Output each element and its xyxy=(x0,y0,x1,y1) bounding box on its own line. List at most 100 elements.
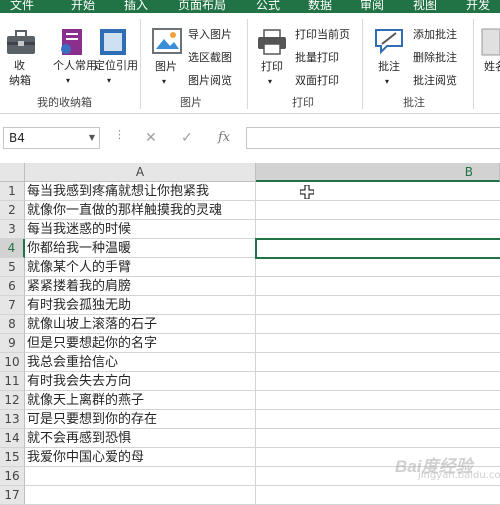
row-header[interactable]: 12 xyxy=(0,391,25,410)
tab-data[interactable]: 数据 xyxy=(308,0,332,13)
row-header[interactable]: 8 xyxy=(0,315,25,334)
cell-b[interactable] xyxy=(256,410,500,429)
cell-a[interactable]: 我爱你中国心爱的母 xyxy=(25,448,256,467)
row-header[interactable]: 3 xyxy=(0,220,25,239)
delete-comment-button[interactable]: 删除批注 xyxy=(413,50,457,65)
cell-b[interactable] xyxy=(256,277,500,296)
tab-home[interactable]: 开始 xyxy=(71,0,95,13)
print-current-page-button[interactable]: 打印当前页 xyxy=(295,27,350,42)
column-header-b[interactable]: B xyxy=(256,163,500,182)
cell-a[interactable]: 就像某个人的手臂 xyxy=(25,258,256,277)
row-header[interactable]: 7 xyxy=(0,296,25,315)
cell-b[interactable] xyxy=(256,296,500,315)
picture-browse-button[interactable]: 图片阅览 xyxy=(188,73,232,88)
cell-a[interactable] xyxy=(25,467,256,486)
cell-a[interactable]: 每当我迷惑的时候 xyxy=(25,220,256,239)
cell-a[interactable]: 就不会再感到恐惧 xyxy=(25,429,256,448)
picture-icon xyxy=(152,28,182,54)
region-screenshot-button[interactable]: 选区截图 xyxy=(188,50,232,65)
tab-view[interactable]: 视图 xyxy=(413,0,437,13)
cell-a[interactable]: 但是只要想起你的名字 xyxy=(25,334,256,353)
cell-a[interactable]: 紧紧搂着我的肩膀 xyxy=(25,277,256,296)
cell-a[interactable]: 每当我感到疼痛就想让你抱紧我 xyxy=(25,182,256,201)
cell-cursor-icon xyxy=(300,185,314,199)
group-label-toolbox: 我的收纳箱 xyxy=(37,96,92,109)
tab-file[interactable]: 文件 xyxy=(0,0,44,13)
cell-a[interactable]: 就像天上离群的燕子 xyxy=(25,391,256,410)
toolbox-icon xyxy=(7,30,35,54)
cancel-icon[interactable]: ✕ xyxy=(145,130,157,146)
row-header[interactable]: 10 xyxy=(0,353,25,372)
tab-formulas[interactable]: 公式 xyxy=(256,0,280,13)
batch-print-button[interactable]: 批量打印 xyxy=(295,50,339,65)
column-header-a[interactable]: A xyxy=(25,163,256,182)
cell-b[interactable] xyxy=(256,391,500,410)
cell-a[interactable]: 就像山坡上滚落的石子 xyxy=(25,315,256,334)
row-header[interactable]: 6 xyxy=(0,277,25,296)
name-box[interactable]: B4 ▼ xyxy=(3,127,100,149)
select-all-corner[interactable] xyxy=(0,163,25,182)
tab-insert[interactable]: 插入 xyxy=(124,0,148,13)
browse-comment-button[interactable]: 批注阅览 xyxy=(413,73,457,88)
group-label-comment: 批注 xyxy=(403,96,425,109)
cell-b[interactable] xyxy=(256,334,500,353)
cell-b[interactable] xyxy=(256,486,500,505)
row-header[interactable]: 15 xyxy=(0,448,25,467)
cell-a[interactable]: 有时我会失去方向 xyxy=(25,372,256,391)
row-header[interactable]: 16 xyxy=(0,467,25,486)
comment-icon xyxy=(375,29,403,55)
name-tool-button[interactable]: 姓名 xyxy=(484,60,500,74)
tab-page-layout[interactable]: 页面布局 xyxy=(178,0,226,13)
toolbox-button-label: 纳箱 xyxy=(9,74,31,87)
chevron-down-icon: ▾ xyxy=(385,77,390,86)
comment-button[interactable]: 批注 xyxy=(378,60,400,74)
tab-developer[interactable]: 开发工 xyxy=(466,0,500,27)
cell-b[interactable] xyxy=(256,353,500,372)
row-header[interactable]: 5 xyxy=(0,258,25,277)
cell-b[interactable] xyxy=(256,372,500,391)
enter-icon[interactable]: ✓ xyxy=(181,130,193,146)
insert-function-button[interactable]: fx xyxy=(218,130,230,145)
import-picture-button[interactable]: 导入图片 xyxy=(188,27,232,42)
row-header[interactable]: 11 xyxy=(0,372,25,391)
cell-b[interactable] xyxy=(256,182,500,201)
cell-b[interactable] xyxy=(256,429,500,448)
ribbon: 收 纳箱 个人常用 ▾ 定位引用 ▾ 我的收纳箱 图片 ▾ 导入图片 选区截图 … xyxy=(0,13,500,114)
row-header[interactable]: 1 xyxy=(0,182,25,201)
row-header[interactable]: 4 xyxy=(0,239,25,258)
formula-input[interactable] xyxy=(246,127,500,149)
duplex-print-button[interactable]: 双面打印 xyxy=(295,73,339,88)
toolbox-button[interactable]: 收 xyxy=(14,59,25,73)
chevron-down-icon[interactable]: ▼ xyxy=(89,133,95,142)
chevron-down-icon: ▾ xyxy=(66,76,71,85)
cell-a[interactable]: 可是只要想到你的存在 xyxy=(25,410,256,429)
cell-b[interactable] xyxy=(256,258,500,277)
row-header[interactable]: 2 xyxy=(0,201,25,220)
picture-button[interactable]: 图片 xyxy=(155,60,177,74)
row-header[interactable]: 9 xyxy=(0,334,25,353)
personal-common-icon xyxy=(61,29,82,55)
tab-review[interactable]: 审阅 xyxy=(360,0,384,13)
cell-a[interactable]: 我总会重拾信心 xyxy=(25,353,256,372)
cell-a[interactable]: 你都给我一种温暖 xyxy=(25,239,256,258)
cell-a[interactable]: 就像你一直做的那样触摸我的灵魂 xyxy=(25,201,256,220)
cell-b[interactable] xyxy=(256,201,500,220)
cell-b[interactable] xyxy=(256,220,500,239)
row-header[interactable]: 17 xyxy=(0,486,25,505)
name-tool-icon xyxy=(481,28,500,56)
add-comment-button[interactable]: 添加批注 xyxy=(413,27,457,42)
row-header[interactable]: 14 xyxy=(0,429,25,448)
cell-a[interactable] xyxy=(25,486,256,505)
formula-bar: B4 ▼ ⋮ ✕ ✓ fx xyxy=(0,114,500,162)
cell-b[interactable] xyxy=(256,315,500,334)
locate-reference-button[interactable]: 定位引用 xyxy=(94,59,138,73)
locate-reference-icon xyxy=(100,29,126,55)
cell-a[interactable]: 有时我会孤独无助 xyxy=(25,296,256,315)
group-divider xyxy=(247,19,248,109)
group-divider xyxy=(473,19,474,109)
personal-common-button[interactable]: 个人常用 xyxy=(53,59,97,73)
row-header[interactable]: 13 xyxy=(0,410,25,429)
selected-cell-b4[interactable] xyxy=(255,238,500,259)
resize-handle-icon[interactable]: ⋮ xyxy=(114,128,125,141)
print-button[interactable]: 打印 xyxy=(261,60,283,74)
